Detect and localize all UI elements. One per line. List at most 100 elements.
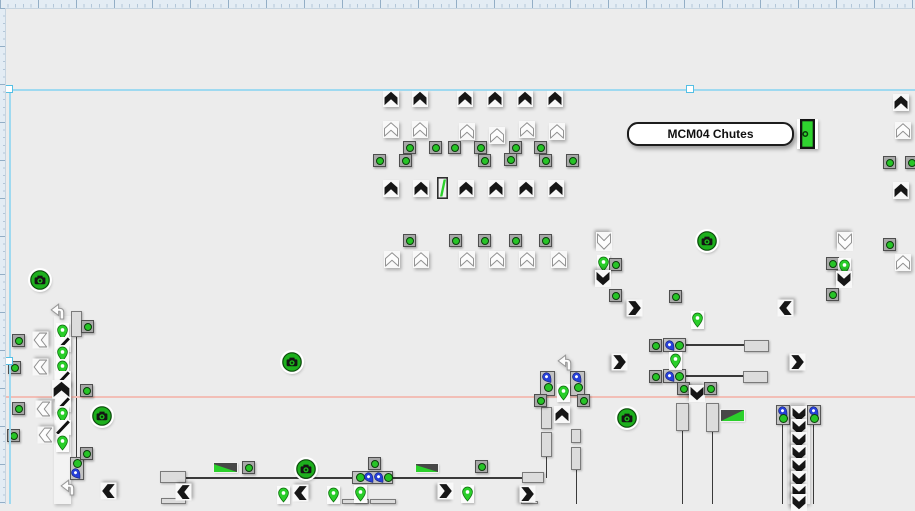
arrow-up-outline-icon[interactable]	[519, 121, 535, 138]
conveyor-segment[interactable]	[522, 472, 544, 483]
status-light[interactable]	[539, 154, 552, 167]
pin-green-icon[interactable]	[56, 434, 69, 452]
status-light[interactable]	[810, 414, 819, 423]
arrow-left-outline-icon[interactable]	[33, 359, 49, 376]
arrow-right-icon[interactable]	[520, 486, 536, 503]
status-light[interactable]	[504, 153, 517, 166]
status-light[interactable]	[649, 370, 662, 383]
horizontal-ruler[interactable]	[0, 0, 915, 9]
connector-line[interactable]	[782, 425, 783, 504]
arrow-left-outline-icon[interactable]	[38, 427, 54, 444]
designer-canvas[interactable]: { "label": { "text": "MCM04 Chutes" }, "…	[0, 0, 915, 504]
arrow-up-outline-icon[interactable]	[549, 123, 565, 140]
arrow-up-icon[interactable]	[458, 180, 474, 197]
status-light[interactable]	[779, 414, 788, 423]
vertical-ruler[interactable]	[0, 8, 6, 504]
conveyor-segment[interactable]	[676, 403, 689, 431]
status-light[interactable]	[242, 461, 255, 474]
arrow-down-icon[interactable]	[689, 385, 705, 402]
status-light[interactable]	[539, 234, 552, 247]
pin-green-icon[interactable]	[691, 311, 704, 329]
arrow-up-icon[interactable]	[518, 180, 534, 197]
arrow-left-outline-icon[interactable]	[36, 401, 52, 418]
conveyor-segment[interactable]	[706, 403, 719, 432]
selection-guide-horizontal[interactable]	[9, 89, 915, 91]
pin-green-icon[interactable]	[669, 352, 682, 370]
pin-green-icon[interactable]	[327, 486, 340, 504]
status-light[interactable]	[609, 289, 622, 302]
selection-handle[interactable]	[686, 85, 694, 93]
status-light[interactable]	[675, 341, 684, 350]
arrow-up-icon[interactable]	[383, 180, 399, 197]
selection-guide-vertical[interactable]	[9, 89, 11, 504]
status-light[interactable]	[403, 234, 416, 247]
turn-arrow-icon[interactable]	[59, 478, 77, 496]
arrow-right-icon[interactable]	[627, 300, 643, 317]
arrow-up-icon[interactable]	[487, 90, 503, 107]
conveyor-segment[interactable]	[743, 371, 768, 383]
camera-icon[interactable]	[617, 408, 637, 428]
status-light[interactable]	[509, 234, 522, 247]
arrow-up-icon[interactable]	[457, 90, 473, 107]
status-light[interactable]	[478, 234, 491, 247]
arrow-down-outline-icon[interactable]	[596, 232, 612, 251]
status-light[interactable]	[905, 156, 915, 169]
arrow-right-icon[interactable]	[438, 483, 454, 500]
arrow-left-outline-icon[interactable]	[33, 332, 49, 349]
arrow-up-icon[interactable]	[554, 406, 570, 423]
status-light[interactable]	[544, 383, 553, 392]
connector-line[interactable]	[712, 432, 713, 504]
status-light[interactable]	[12, 402, 25, 415]
status-light[interactable]	[649, 339, 662, 352]
arrow-up-outline-icon[interactable]	[412, 121, 428, 138]
status-light[interactable]	[448, 141, 461, 154]
door-indicator[interactable]	[797, 119, 818, 149]
arrow-up-outline-icon[interactable]	[489, 127, 505, 144]
arrow-up-icon[interactable]	[488, 180, 504, 197]
camera-icon[interactable]	[92, 406, 112, 426]
status-light[interactable]	[81, 320, 94, 333]
arrow-down-icon[interactable]	[836, 271, 852, 288]
ramp-indicator[interactable]	[721, 410, 744, 421]
status-light[interactable]	[534, 394, 547, 407]
conveyor-segment[interactable]	[571, 447, 581, 470]
pin-green-icon[interactable]	[461, 485, 474, 503]
ramp-indicator[interactable]	[214, 463, 237, 472]
status-light[interactable]	[475, 460, 488, 473]
arrow-up-outline-icon[interactable]	[383, 121, 399, 138]
arrow-up-outline-icon[interactable]	[459, 123, 475, 140]
conveyor-segment[interactable]	[571, 429, 581, 443]
status-light[interactable]	[449, 234, 462, 247]
connector-line[interactable]	[546, 457, 547, 478]
arrow-up-icon[interactable]	[893, 182, 909, 199]
pin-green-icon[interactable]	[557, 384, 570, 402]
status-light[interactable]	[669, 290, 682, 303]
status-light[interactable]	[704, 382, 717, 395]
arrow-up-outline-icon[interactable]	[895, 122, 911, 139]
conveyor-segment[interactable]	[160, 471, 186, 483]
conveyor-segment[interactable]	[370, 499, 396, 504]
camera-icon[interactable]	[282, 352, 302, 372]
status-light[interactable]	[373, 154, 386, 167]
status-light[interactable]	[534, 141, 547, 154]
arrow-up-icon[interactable]	[413, 180, 429, 197]
pin-green-icon[interactable]	[354, 485, 367, 503]
arrow-up-icon[interactable]	[548, 180, 564, 197]
arrow-up-outline-icon[interactable]	[384, 251, 400, 268]
status-light[interactable]	[403, 141, 416, 154]
conveyor-segment[interactable]	[541, 407, 552, 429]
camera-icon[interactable]	[697, 231, 717, 251]
arrow-up-icon[interactable]	[412, 90, 428, 107]
connector-line[interactable]	[686, 375, 743, 377]
arrow-right-icon[interactable]	[790, 354, 806, 371]
pin-green-icon[interactable]	[277, 486, 290, 504]
arrow-down-icon[interactable]	[595, 270, 611, 287]
arrow-up-icon[interactable]	[383, 90, 399, 107]
belt-stripe[interactable]	[55, 420, 71, 435]
arrow-left-icon[interactable]	[101, 483, 117, 500]
selection-handle[interactable]	[5, 357, 13, 365]
arrow-up-icon[interactable]	[517, 90, 533, 107]
ramp-indicator[interactable]	[416, 464, 438, 472]
connector-line[interactable]	[813, 425, 814, 504]
arrow-right-icon[interactable]	[612, 354, 628, 371]
